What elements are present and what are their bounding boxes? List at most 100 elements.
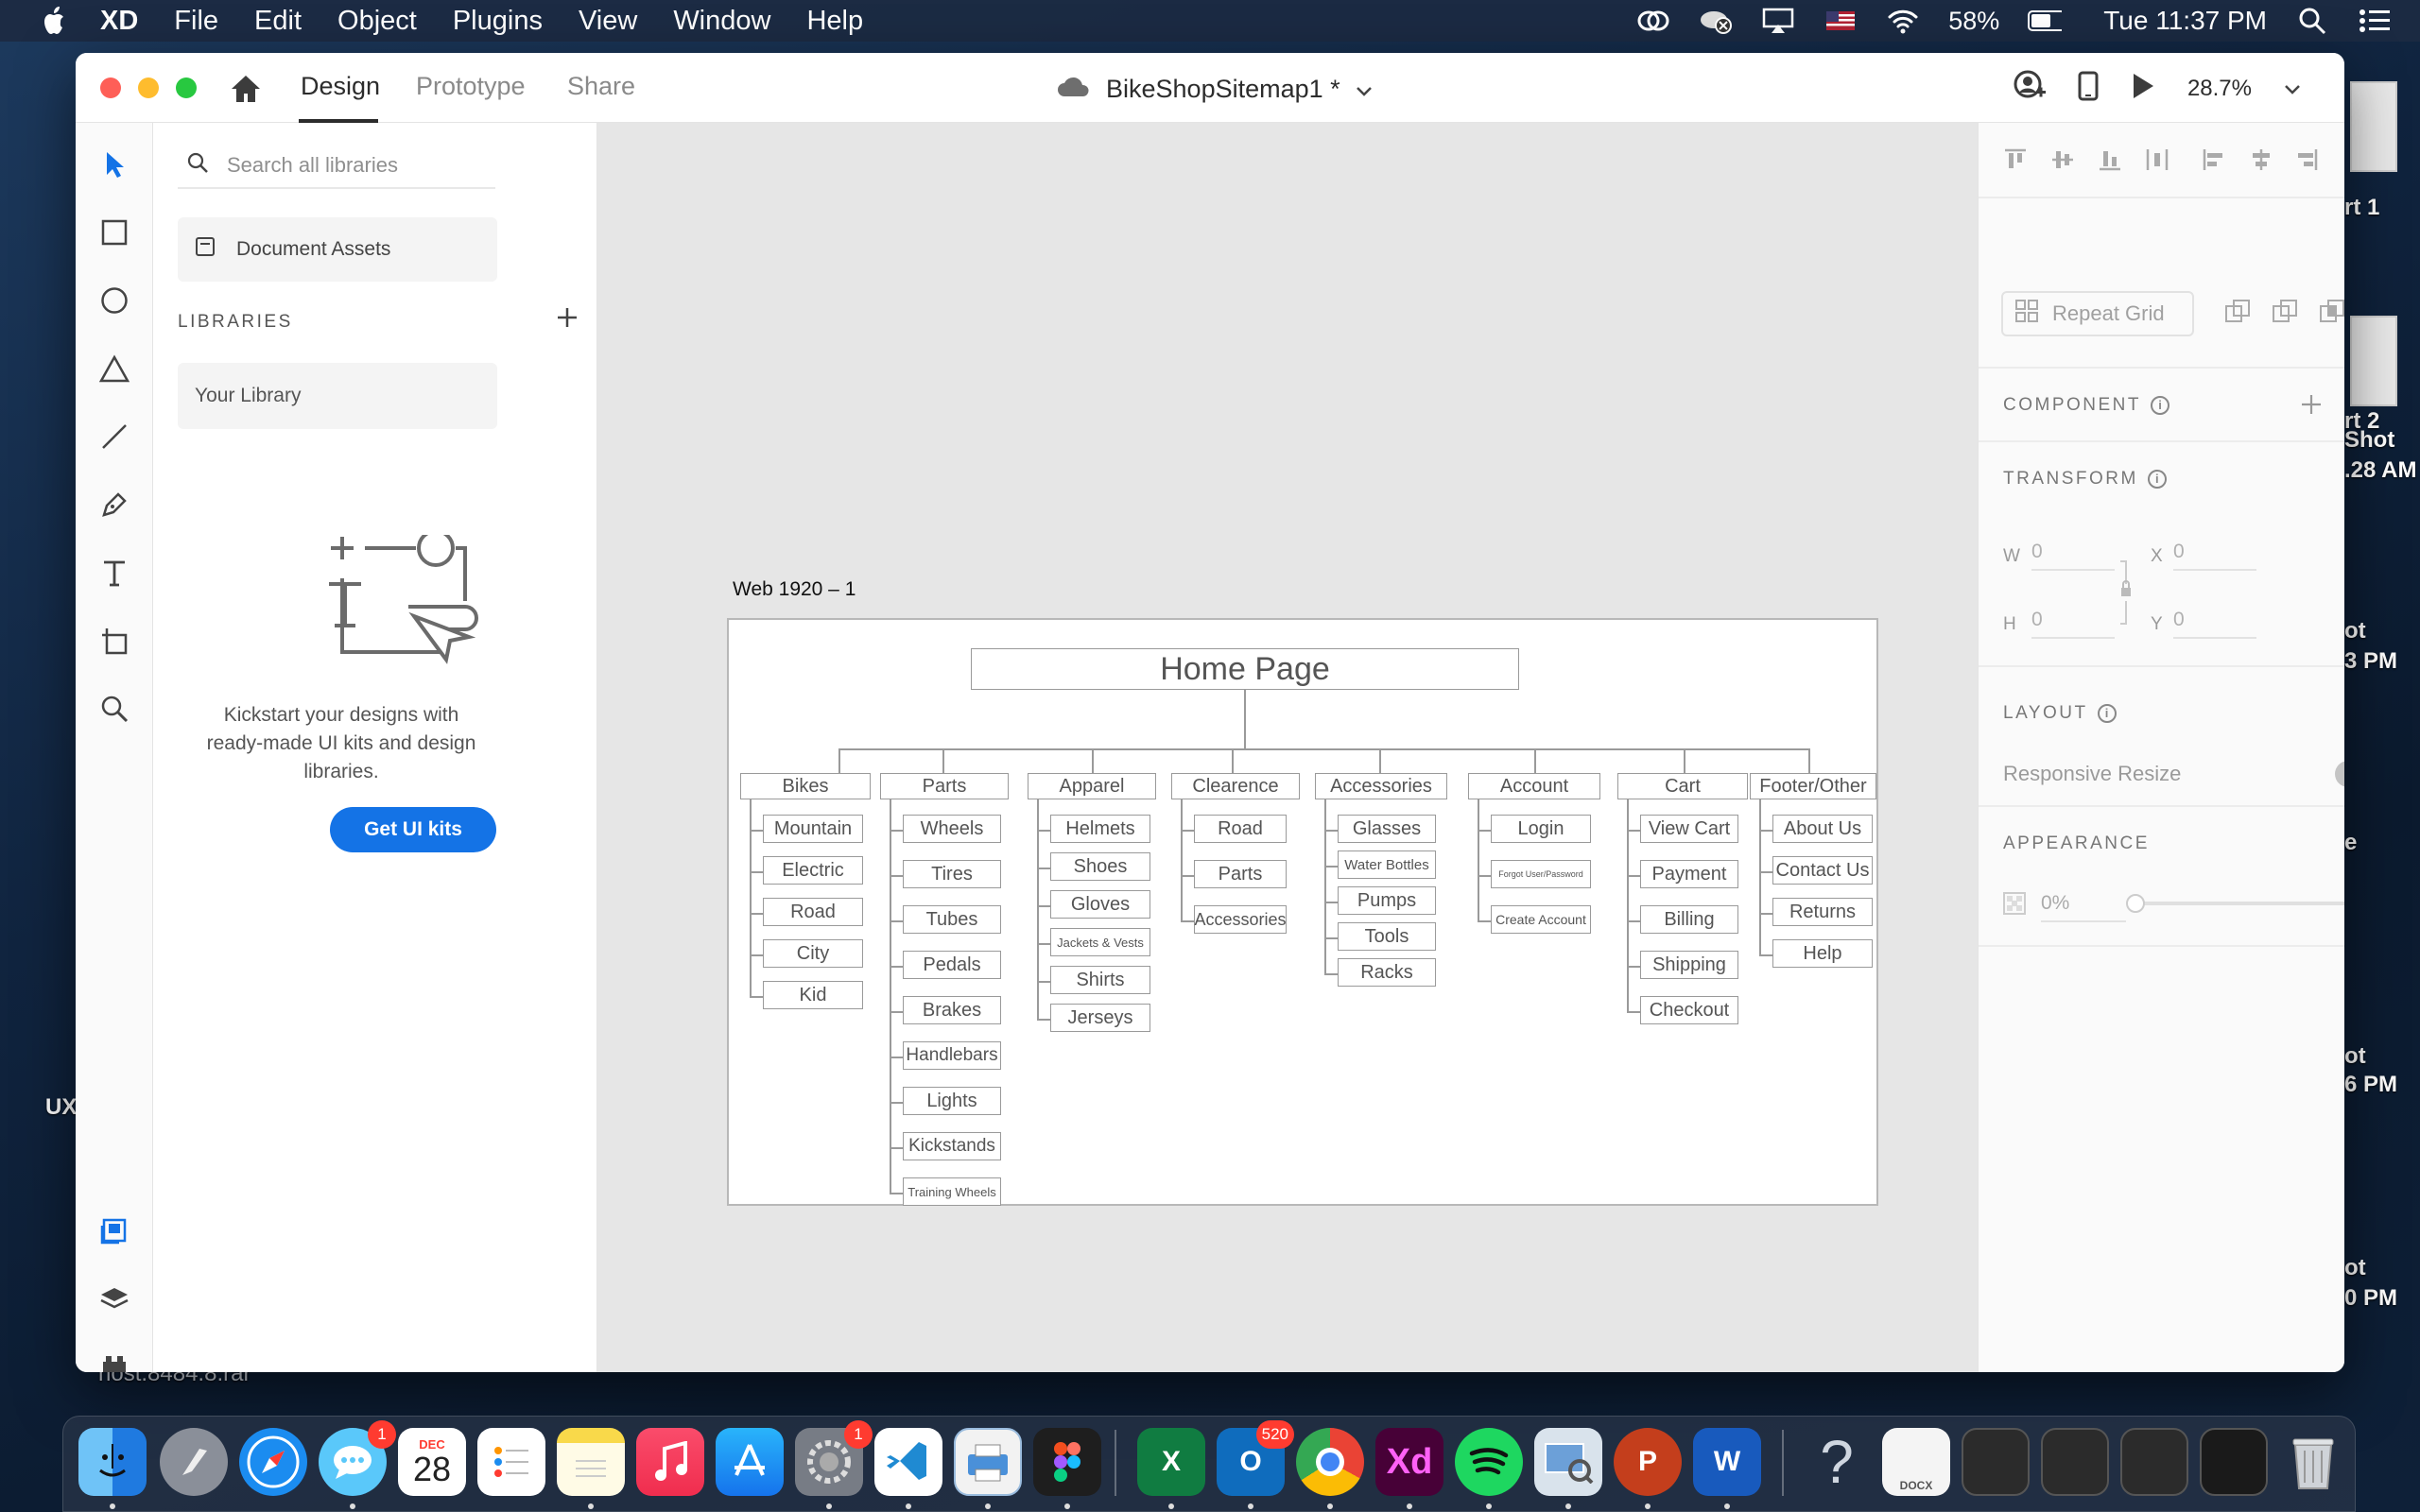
connector-line[interactable] (1627, 966, 1640, 968)
connector-line[interactable] (890, 1147, 903, 1149)
sitemap-page[interactable]: Mountain (763, 815, 863, 843)
sitemap-page[interactable]: Jerseys (1050, 1004, 1150, 1032)
connector-line[interactable] (1324, 866, 1338, 868)
trash-icon[interactable] (2279, 1428, 2347, 1496)
layers-panel-icon[interactable] (95, 1280, 133, 1317)
sitemap-page[interactable]: Wheels (903, 815, 1001, 843)
sitemap-section-clearence[interactable]: Clearence (1171, 773, 1300, 799)
print-center-icon[interactable] (954, 1428, 1022, 1496)
connector-line[interactable] (1037, 1019, 1050, 1021)
desktop-file-label[interactable]: 3 PM (2344, 648, 2397, 675)
connector-line[interactable] (1092, 748, 1094, 773)
connector-line[interactable] (890, 1057, 903, 1058)
align-right-icon[interactable] (2290, 144, 2323, 176)
sitemap-section-accessories[interactable]: Accessories (1315, 773, 1447, 799)
cloud-sync-icon[interactable] (1699, 7, 1733, 35)
sitemap-page[interactable]: Racks (1338, 958, 1436, 987)
sitemap-page[interactable]: Helmets (1050, 815, 1150, 843)
menu-app-name[interactable]: XD (100, 6, 138, 37)
desktop-file-label[interactable]: e (2344, 830, 2357, 856)
sitemap-page[interactable]: Checkout (1640, 996, 1738, 1024)
sitemap-section-account[interactable]: Account (1468, 773, 1600, 799)
info-icon[interactable]: i (2097, 703, 2117, 723)
battery-icon[interactable] (2028, 7, 2063, 35)
sitemap-section-parts[interactable]: Parts (880, 773, 1009, 799)
artboard-tool-icon[interactable] (95, 622, 133, 660)
rectangle-tool-icon[interactable] (95, 214, 133, 251)
finder-icon[interactable] (78, 1428, 147, 1496)
connector-line[interactable] (1244, 690, 1246, 748)
menu-window[interactable]: Window (673, 6, 770, 37)
figma-icon[interactable] (1033, 1428, 1101, 1496)
sitemap-page[interactable]: Electric (763, 856, 863, 885)
sitemap-section-bikes[interactable]: Bikes (740, 773, 871, 799)
connector-line[interactable] (1759, 830, 1772, 832)
help-question-icon[interactable]: ? (1803, 1428, 1871, 1496)
docx-file-icon[interactable]: DOCX (1882, 1428, 1950, 1496)
opacity-slider[interactable] (2132, 902, 2344, 905)
system-preferences-icon[interactable]: 1 (795, 1420, 873, 1496)
connector-line[interactable] (1037, 943, 1050, 945)
ellipse-tool-icon[interactable] (95, 282, 133, 319)
desktop-file-label[interactable]: 0 PM (2344, 1285, 2397, 1312)
sitemap-page[interactable]: Water Bottles (1338, 850, 1436, 879)
text-tool-icon[interactable] (95, 554, 133, 592)
connector-line[interactable] (1808, 748, 1810, 773)
connector-line[interactable] (1324, 937, 1338, 939)
home-page-box[interactable]: Home Page (971, 648, 1519, 690)
window-close-button[interactable] (100, 77, 121, 98)
document-assets-item[interactable]: Document Assets (178, 217, 497, 282)
outlook-icon[interactable]: O 520 (1217, 1420, 1294, 1496)
align-top-icon[interactable] (1999, 144, 2031, 176)
connector-line[interactable] (1324, 902, 1338, 903)
connector-line[interactable] (1181, 799, 1183, 922)
connector-line[interactable] (1627, 799, 1629, 1013)
sitemap-page[interactable]: Handlebars (903, 1041, 1001, 1070)
align-middle-icon[interactable] (2047, 144, 2079, 176)
responsive-resize-toggle[interactable] (2334, 760, 2344, 793)
sitemap-page[interactable]: Jackets & Vests (1050, 928, 1150, 956)
tab-prototype[interactable]: Prototype (416, 72, 526, 101)
window-zoom-button[interactable] (176, 77, 197, 98)
sitemap-page[interactable]: Pumps (1338, 886, 1436, 915)
wifi-icon[interactable] (1886, 7, 1920, 35)
connector-line[interactable] (1759, 799, 1761, 956)
sitemap-page[interactable]: Accessories (1194, 905, 1287, 934)
desktop-file-label[interactable]: ot (2344, 618, 2366, 644)
sitemap-page[interactable]: Training Wheels (903, 1177, 1001, 1206)
connector-line[interactable] (1684, 748, 1685, 773)
connector-line[interactable] (1478, 799, 1479, 922)
tab-share[interactable]: Share (567, 72, 635, 101)
connector-line[interactable] (838, 748, 1808, 750)
connector-line[interactable] (1478, 830, 1491, 832)
desktop-file-label[interactable]: ot (2344, 1043, 2366, 1070)
sitemap-page[interactable]: Create Account (1491, 905, 1591, 934)
your-library-item[interactable]: Your Library (178, 363, 497, 429)
menu-help[interactable]: Help (806, 6, 863, 37)
document-title-menu[interactable]: BikeShopSitemap1 * (1057, 70, 1373, 108)
sitemap-page[interactable]: Help (1772, 939, 1873, 968)
apple-menu-icon[interactable] (38, 4, 72, 38)
artboard[interactable]: Home Page Bikes Mountain Electric Road City Ki… (727, 618, 1878, 1206)
sitemap-page[interactable]: Login (1491, 815, 1591, 843)
connector-line[interactable] (1181, 875, 1194, 877)
connector-line[interactable] (890, 1011, 903, 1013)
add-library-icon[interactable] (550, 301, 584, 335)
desktop-file-thumbnail[interactable] (2350, 81, 2397, 172)
connector-line[interactable] (1627, 830, 1640, 832)
library-search[interactable]: Search all libraries (178, 144, 495, 189)
sitemap-page[interactable]: Forgot User/Password (1491, 860, 1591, 888)
messages-icon[interactable]: 1 (319, 1420, 396, 1496)
notification-center-icon[interactable] (2358, 7, 2392, 35)
sitemap-page[interactable]: Gloves (1050, 890, 1150, 919)
sitemap-section-cart[interactable]: Cart (1617, 773, 1748, 799)
screenshot-thumbnail-icon[interactable] (2120, 1428, 2188, 1496)
align-center-icon[interactable] (2245, 144, 2277, 176)
connector-line[interactable] (1324, 830, 1338, 832)
connector-line[interactable] (1037, 830, 1050, 832)
calendar-icon[interactable]: DEC 28 (398, 1428, 466, 1496)
connector-line[interactable] (750, 830, 763, 832)
sitemap-page[interactable]: Returns (1772, 898, 1873, 926)
sitemap-section-footer-other[interactable]: Footer/Other (1750, 773, 1876, 799)
vscode-icon[interactable] (874, 1428, 942, 1496)
